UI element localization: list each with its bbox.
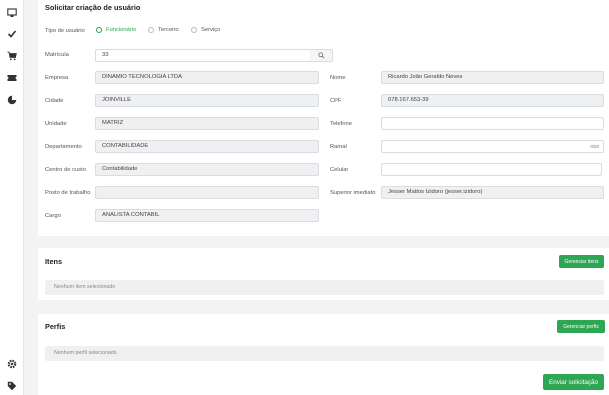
cpf-label: CPF [330, 98, 342, 104]
itens-section: Itens Gerenciar itens Nenhum item seleci… [38, 248, 609, 300]
gear-icon[interactable] [6, 358, 18, 370]
perfis-title: Perfis [45, 322, 66, 331]
unidade-label: Unidade [45, 121, 67, 127]
radio-servico[interactable]: Serviço [191, 27, 220, 33]
pie-chart-icon[interactable] [6, 94, 18, 106]
user-request-form: Solicitar criação de usuário Tipo de usu… [38, 0, 609, 236]
ramal-label: Ramal [330, 144, 347, 150]
radio-dot [96, 27, 102, 33]
matricula-label: Matrícula [45, 52, 69, 58]
celular-input[interactable] [381, 163, 602, 176]
nome-label: Nome [330, 75, 346, 81]
cart-icon[interactable] [6, 50, 18, 62]
matricula-input[interactable]: 33 [95, 49, 311, 62]
sidebar [0, 0, 24, 395]
user-type-label: Tipo de usuário [45, 28, 85, 34]
main-content: Solicitar criação de usuário Tipo de usu… [24, 0, 609, 395]
unidade-field[interactable]: MATRIZ [95, 117, 319, 130]
telefone-label: Telefone [330, 121, 352, 127]
radio-label: Terceiro [158, 27, 179, 33]
form-title: Solicitar criação de usuário [45, 3, 141, 12]
submit-request-button[interactable]: Enviar solicitação [543, 374, 604, 390]
ticket-icon[interactable] [6, 72, 18, 84]
monitor-icon[interactable] [6, 7, 18, 19]
celular-label: Celular [330, 167, 349, 173]
cargo-label: Cargo [45, 213, 61, 219]
cpf-field[interactable]: 078.167.653-39 [381, 94, 604, 107]
superior-field[interactable]: Jesser Mattos Izidoro (jesser.izidoro) [381, 186, 604, 199]
radio-terceiro[interactable]: Terceiro [148, 27, 179, 33]
itens-empty-message: Nenhum item selecionado [45, 280, 604, 295]
itens-title: Itens [45, 257, 63, 266]
perfis-section: Perfis Gerenciar perfis Nenhum perfil se… [38, 314, 609, 395]
radio-label: Funcionário [106, 27, 137, 33]
superior-label: Superior imediato [330, 190, 376, 196]
empresa-label: Empresa [45, 75, 69, 81]
radio-label: Serviço [201, 27, 221, 33]
centro-custo-label: Centro de custo [45, 167, 86, 173]
departamento-label: Departamento [45, 144, 82, 150]
ramal-input[interactable]: 0/20 [381, 140, 604, 153]
search-button[interactable] [310, 49, 333, 62]
search-icon [317, 52, 324, 59]
radio-dot [148, 27, 154, 33]
cidade-field[interactable]: JOINVILLE [95, 94, 319, 107]
radio-dot [191, 27, 197, 33]
perfis-empty-message: Nenhum perfil selecionado [45, 346, 604, 361]
centro-custo-field[interactable]: Contabilidade [95, 163, 319, 176]
posto-trabalho-field[interactable] [95, 186, 319, 199]
manage-profiles-button[interactable]: Gerenciar perfis [557, 320, 605, 333]
cargo-field[interactable]: ANALISTA CONTABIL [95, 209, 319, 222]
departamento-field[interactable]: CONTABILIDADE [95, 140, 319, 153]
radio-funcionario[interactable]: Funcionário [96, 27, 136, 33]
ramal-char-counter: 0/20 [590, 144, 599, 149]
manage-items-button[interactable]: Gerenciar itens [559, 255, 604, 268]
telefone-input[interactable] [381, 117, 604, 130]
cidade-label: Cidade [45, 98, 64, 104]
empresa-field[interactable]: DINAMIO TECNOLOGIA LTDA [95, 71, 319, 84]
nome-field[interactable]: Ricardo João Geraldo Neves [381, 71, 604, 84]
tag-icon[interactable] [6, 380, 18, 392]
check-icon[interactable] [6, 28, 18, 40]
posto-trabalho-label: Posto de trabalho [45, 190, 91, 196]
